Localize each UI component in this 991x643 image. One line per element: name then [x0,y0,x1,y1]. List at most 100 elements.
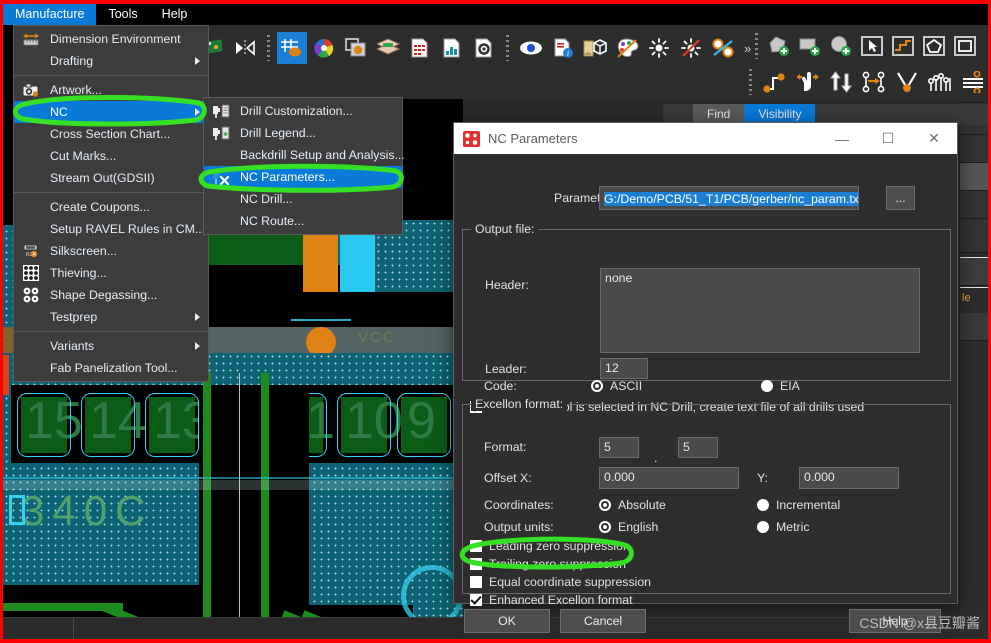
info-doc-icon[interactable]: i [548,32,578,64]
menu-item-backdrill-setup[interactable]: Backdrill Setup and Analysis... [204,144,405,166]
code-option-eia[interactable]: EIA [761,379,800,393]
nc-parameters-dialog[interactable]: NC Parameters — ☐ ✕ Parameter file: G:/D… [453,122,958,633]
menu-item-nc-parameters[interactable]: NC Parameters... [204,166,402,188]
offset-x-input[interactable]: 0.000 [599,467,739,489]
menu-item-nc-route[interactable]: NC Route... [204,210,402,232]
drill-custom-icon [212,103,230,119]
layers-icon[interactable] [373,32,403,64]
rect-outline-icon[interactable] [950,30,980,62]
enhanced-excellon-format-row[interactable]: Enhanced Excellon format [470,593,633,607]
menu-item-stream-out-gdsii[interactable]: Stream Out(GDSII) [14,167,208,189]
route-edit-icon[interactable] [888,30,918,62]
trailing-zero-suppression-row[interactable]: Trailing zero suppression [470,557,626,571]
grid-dot-icon[interactable] [277,32,307,64]
brightness-off-icon[interactable] [676,32,706,64]
output-units-option-metric[interactable]: Metric [757,520,809,534]
copy-shape-icon[interactable] [341,32,371,64]
ok-button[interactable]: OK [464,609,550,633]
close-icon[interactable]: ✕ [911,123,957,154]
add-rect-icon[interactable] [795,30,825,62]
equal-coordinate-suppression-row[interactable]: Equal coordinate suppression [470,575,651,589]
manufacture-dropdown-menu[interactable]: Dimension Environment Drafting Artwork..… [13,25,209,382]
nc-submenu[interactable]: Drill Customization... Drill Legend... B… [203,97,405,235]
format-integer-input[interactable]: 5 [599,436,639,458]
menu-help[interactable]: Help [150,4,200,25]
swap-icon[interactable] [826,66,856,98]
menu-item-variants[interactable]: Variants [14,335,208,357]
leader-input[interactable]: 12 [600,358,648,379]
code-option-ascii[interactable]: ASCII [591,379,642,393]
select-arrow-icon[interactable] [857,30,887,62]
dialog-title-bar[interactable]: NC Parameters — ☐ ✕ [454,123,957,154]
menu-item-shape-degassing[interactable]: Shape Degassing... [14,284,208,306]
slide-icon[interactable] [793,66,823,98]
vertex-icon[interactable] [892,66,922,98]
menu-item-nc-drill[interactable]: NC Drill... [204,188,402,210]
cancel-button[interactable]: Cancel [560,609,646,633]
add-shape-icon[interactable] [764,30,794,62]
radio-ascii[interactable] [591,380,603,392]
offset-y-label: Y: [757,471,768,485]
report-icon[interactable] [437,32,467,64]
delay-tune-icon[interactable] [859,66,889,98]
menu-item-thieving[interactable]: Thieving... [14,262,208,284]
add-connect-icon[interactable] [760,66,790,98]
radio-english[interactable] [599,521,611,533]
menu-item-cut-marks[interactable]: Cut Marks... [14,145,208,167]
menu-item-fab-panelization-tool[interactable]: Fab Panelization Tool... [14,357,208,379]
menu-manufacture[interactable]: Manufacture [3,4,97,25]
parameter-file-browse-button[interactable]: ... [886,186,915,210]
parameter-file-input[interactable]: G:/Demo/PCB/51_T1/PCB/gerber/nc_param.tx… [599,186,859,210]
menu-item-nc[interactable]: NC [14,101,208,123]
doc-settings-icon[interactable] [469,32,499,64]
menu-item-setup-ravel-rules[interactable]: Setup RAVEL Rules in CM... [14,218,208,240]
menu-item-testprep[interactable]: Testprep [14,306,208,328]
maximize-icon[interactable]: ☐ [865,123,911,154]
menu-item-drafting[interactable]: Drafting [14,50,208,72]
menu-tools[interactable]: Tools [96,4,149,25]
menu-item-dimension-environment[interactable]: Dimension Environment [14,28,208,50]
fanout-icon[interactable] [925,66,955,98]
disable-net-icon[interactable] [708,32,738,64]
menu-item-label: Testprep [50,310,98,324]
menu-item-artwork[interactable]: Artwork... [14,79,208,101]
add-circle-icon[interactable] [826,30,856,62]
menu-item-drill-legend[interactable]: Drill Legend... [204,122,402,144]
bus-icon[interactable] [958,66,988,98]
radio-incremental[interactable] [757,499,769,511]
coordinates-option-absolute[interactable]: Absolute [599,498,666,512]
offset-y-value: 0.000 [804,470,835,484]
paint-palette-icon[interactable] [612,32,642,64]
measure-3d-icon[interactable] [580,32,610,64]
menu-item-drill-customization[interactable]: Drill Customization... [204,100,402,122]
color-wheel-icon[interactable] [309,32,339,64]
checkbox-enhanced-excellon-format[interactable] [470,594,482,606]
radio-absolute[interactable] [599,499,611,511]
offset-y-input[interactable]: 0.000 [799,467,899,489]
menu-item-create-coupons[interactable]: Create Coupons... [14,196,208,218]
checkbox-equal-coordinate-suppression[interactable] [470,576,482,588]
menu-item-silkscreen[interactable]: R2 A Silkscreen... [14,240,208,262]
checkbox-leading-zero-suppression[interactable] [470,540,482,552]
silkscreen-text: 340C [21,487,154,534]
mirror-icon[interactable] [230,32,260,64]
menu-item-label: Fab Panelization Tool... [50,361,178,375]
checkbox-trailing-zero-suppression[interactable] [470,558,482,570]
menu-item-label: Drill Customization... [240,104,353,118]
spreadsheet-icon[interactable] [405,32,435,64]
radio-eia[interactable] [761,380,773,392]
format-decimal-input[interactable]: 5 [678,436,718,458]
leading-zero-suppression-row[interactable]: Leading zero suppression [470,539,630,553]
output-units-option-english[interactable]: English [599,520,658,534]
eye-icon[interactable] [516,32,546,64]
coordinates-option-incremental[interactable]: Incremental [757,498,840,512]
minimize-icon[interactable]: — [819,123,865,154]
silkscreen-icon: R2 A [22,243,40,259]
toolbar-row-primary: i » [194,29,755,67]
polygon-icon[interactable] [919,30,949,62]
radio-metric[interactable] [757,521,769,533]
brightness-icon[interactable] [644,32,674,64]
menu-item-cross-section-chart[interactable]: Cross Section Chart... [14,123,208,145]
leading-zero-suppression-label: Leading zero suppression [489,539,630,553]
header-textarea[interactable]: none [600,268,920,353]
